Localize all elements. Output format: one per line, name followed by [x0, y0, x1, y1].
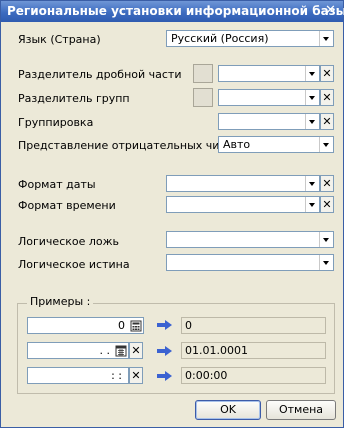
language-label: Язык (Страна)	[18, 33, 101, 46]
title-bar[interactable]: Региональные установки информационной ба…	[1, 1, 344, 22]
date-format-label: Формат даты	[18, 178, 96, 191]
chevron-down-icon[interactable]	[305, 176, 319, 191]
chevron-down-icon[interactable]	[305, 66, 319, 81]
group-separator-select[interactable]	[218, 89, 320, 106]
chevron-down-icon[interactable]	[305, 114, 319, 129]
chevron-down-icon[interactable]	[319, 255, 333, 270]
clear-date-format-button[interactable]: ✕	[320, 175, 334, 192]
arrow-right-icon	[157, 320, 173, 330]
window-title: Региональные установки информационной ба…	[7, 4, 344, 18]
examples-label: Примеры :	[27, 295, 94, 308]
calculator-icon[interactable]	[130, 318, 142, 333]
cancel-button[interactable]: Отмена	[266, 400, 336, 420]
clear-decimal-separator-button[interactable]: ✕	[320, 65, 334, 82]
chevron-down-icon[interactable]	[319, 31, 333, 46]
grouping-select[interactable]	[218, 113, 320, 130]
negative-format-select[interactable]: Авто	[218, 136, 334, 153]
arrow-right-icon	[157, 371, 173, 381]
chevron-down-icon[interactable]	[319, 232, 333, 247]
dialog-window: Региональные установки информационной ба…	[0, 0, 344, 428]
time-format-label: Формат времени	[18, 199, 116, 212]
decimal-separator-preview	[193, 64, 213, 83]
calendar-icon[interactable]	[115, 343, 127, 358]
grouping-label: Группировка	[18, 116, 94, 129]
language-value: Русский (Россия)	[171, 32, 269, 45]
language-select[interactable]: Русский (Россия)	[166, 30, 334, 47]
chevron-down-icon[interactable]	[305, 90, 319, 105]
clear-time-format-button[interactable]: ✕	[320, 196, 334, 213]
bool-false-select[interactable]	[166, 231, 334, 248]
time-format-select[interactable]	[166, 196, 320, 213]
number-example-value: 0	[118, 319, 125, 332]
clear-date-example-button[interactable]: ✕	[129, 342, 143, 359]
chevron-down-icon[interactable]	[305, 197, 319, 212]
chevron-down-icon[interactable]	[319, 137, 333, 152]
decimal-separator-label: Разделитель дробной части	[18, 68, 182, 81]
group-separator-preview	[193, 88, 213, 107]
negative-format-label: Представление отрицательных чисел	[18, 139, 240, 152]
clear-group-separator-button[interactable]: ✕	[320, 89, 334, 106]
negative-format-value: Авто	[223, 138, 251, 151]
ok-button[interactable]: OK	[195, 400, 261, 420]
time-result-value: 0:00:00	[185, 369, 228, 382]
time-example-value: : :	[111, 369, 122, 382]
bool-true-label: Логическое истина	[18, 258, 130, 271]
clear-grouping-button[interactable]: ✕	[320, 113, 334, 130]
date-result-value: 01.01.0001	[185, 344, 248, 357]
close-icon[interactable]: ✕	[323, 3, 338, 18]
arrow-right-icon	[157, 346, 173, 356]
time-example-input[interactable]: : :	[27, 367, 129, 384]
time-example-result: 0:00:00	[181, 367, 326, 384]
group-separator-label: Разделитель групп	[18, 92, 130, 105]
clear-time-example-button[interactable]: ✕	[129, 367, 143, 384]
date-example-input[interactable]: . .	[27, 342, 129, 359]
date-example-result: 01.01.0001	[181, 342, 326, 359]
bool-false-label: Логическое ложь	[18, 235, 120, 248]
date-example-value: . .	[99, 344, 111, 357]
number-example-result: 0	[181, 317, 326, 334]
bool-true-select[interactable]	[166, 254, 334, 271]
date-format-select[interactable]	[166, 175, 320, 192]
decimal-separator-select[interactable]	[218, 65, 320, 82]
number-result-value: 0	[185, 319, 192, 332]
number-example-input[interactable]: 0	[27, 317, 144, 334]
